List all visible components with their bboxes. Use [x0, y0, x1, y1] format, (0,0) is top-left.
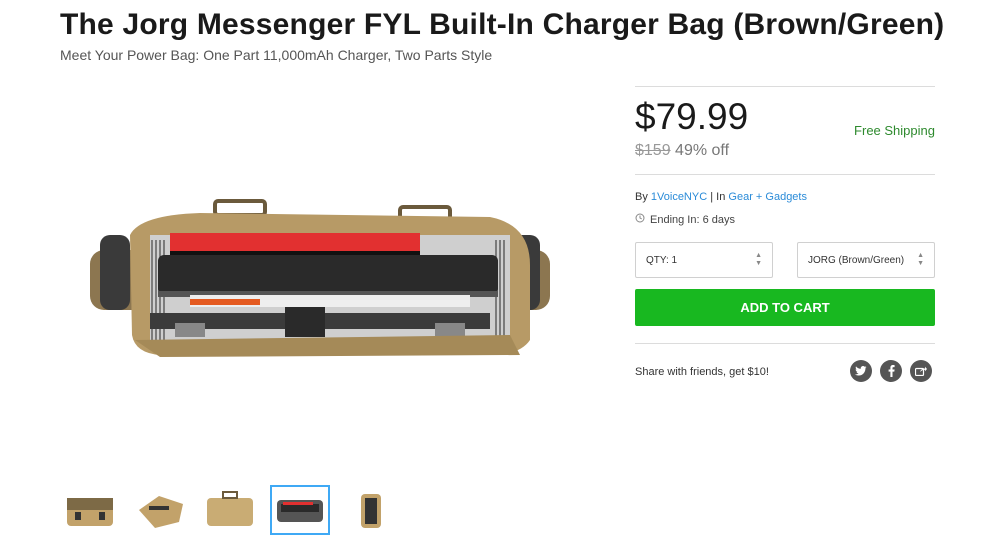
- thumbnail-5[interactable]: [340, 485, 400, 535]
- seller-link[interactable]: 1VoiceNYC: [651, 191, 707, 203]
- thumbnail-4-selected[interactable]: [270, 485, 330, 535]
- add-to-cart-button[interactable]: ADD TO CART: [635, 289, 935, 326]
- thumbnail-3[interactable]: [200, 485, 260, 535]
- seller-byline: By 1VoiceNYC | In Gear + Gadgets: [635, 191, 807, 203]
- current-price: $79.99: [635, 96, 749, 137]
- free-shipping-label: Free Shipping: [854, 123, 935, 138]
- product-main-image: [90, 195, 550, 370]
- quantity-value: QTY: 1: [646, 254, 678, 266]
- in-label: In: [716, 191, 726, 203]
- product-subtitle: Meet Your Power Bag: One Part 11,000mAh …: [60, 47, 493, 63]
- ending-row: Ending In: 6 days: [635, 213, 735, 226]
- share-icon[interactable]: [910, 360, 932, 382]
- thumbnail-2[interactable]: [130, 485, 190, 535]
- price-comparison: $159 49% off: [635, 142, 729, 160]
- facebook-icon[interactable]: [880, 360, 902, 382]
- social-share-buttons: [850, 360, 932, 382]
- divider-bottom: [635, 343, 935, 344]
- twitter-icon[interactable]: [850, 360, 872, 382]
- thumbnail-1[interactable]: [60, 485, 120, 535]
- byline-separator: |: [710, 191, 714, 203]
- updown-arrows-icon: ▲ ▼: [755, 252, 762, 267]
- divider-middle: [635, 174, 935, 175]
- by-label: By: [635, 191, 648, 203]
- product-title: The Jorg Messenger FYL Built-In Charger …: [60, 8, 945, 41]
- variant-value: JORG (Brown/Green): [808, 254, 905, 266]
- updown-arrows-icon: ▲ ▼: [917, 252, 924, 267]
- divider-top: [635, 86, 935, 87]
- original-price: $159: [635, 142, 671, 159]
- thumbnail-gallery: [60, 485, 400, 537]
- share-text: Share with friends, get $10!: [635, 366, 769, 378]
- category-link[interactable]: Gear + Gadgets: [728, 191, 807, 203]
- quantity-select[interactable]: QTY: 1 ▲ ▼: [635, 242, 773, 278]
- clock-icon: [635, 213, 645, 226]
- discount-percent: 49% off: [675, 142, 730, 159]
- ending-text: Ending In: 6 days: [650, 213, 736, 226]
- variant-select[interactable]: JORG (Brown/Green) ▲ ▼: [797, 242, 935, 278]
